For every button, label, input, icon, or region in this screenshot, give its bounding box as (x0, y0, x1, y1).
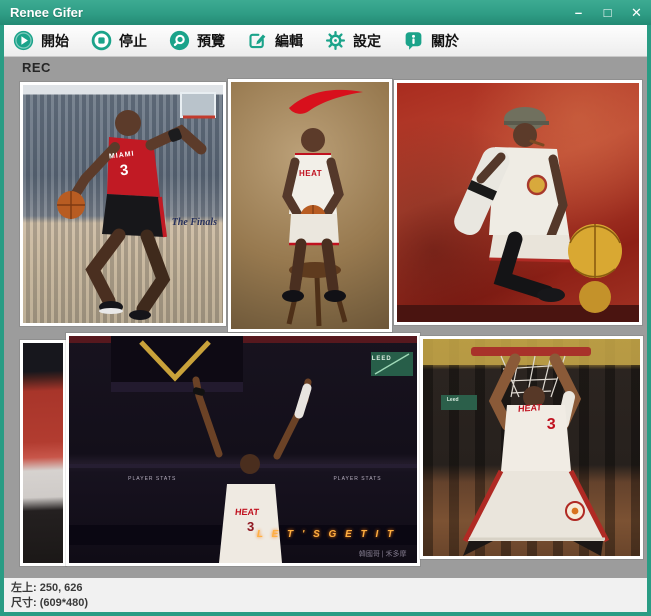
about-button-label: 關於 (431, 31, 459, 51)
info-bubble-icon (403, 30, 424, 51)
stop-button-label: 停止 (119, 31, 147, 51)
settings-button[interactable]: 設定 (325, 30, 381, 51)
status-bar: 左上: 250, 626 尺寸: (609*480) (4, 578, 647, 612)
finals-signage: The Finals (172, 218, 217, 228)
photo-cropped-jersey (20, 340, 66, 566)
photo-watermark: 韓國哥 | 禾多摩 (359, 551, 407, 558)
stop-button[interactable]: 停止 (91, 30, 147, 51)
jersey-wordmark: HEAT (235, 508, 260, 517)
status-capture-size: 尺寸: (609*480) (11, 596, 640, 610)
arena-sign: Leed (447, 398, 459, 403)
wade-dunk-figure (423, 339, 640, 556)
wade-dribble-figure (23, 85, 223, 323)
app-window: Renee Gifer – □ ✕ 開始 (0, 0, 651, 616)
arena-sign: LEED (372, 356, 392, 362)
start-button[interactable]: 開始 (13, 30, 69, 51)
gear-icon (325, 30, 346, 51)
rec-label: REC (22, 60, 51, 75)
title-bar: Renee Gifer – □ ✕ (0, 0, 651, 25)
wade-champion-figure (397, 83, 639, 322)
preview-button-label: 預覽 (197, 31, 225, 51)
magnifier-circle-icon (169, 30, 190, 51)
maximize-button[interactable]: □ (593, 0, 622, 25)
stop-circle-icon (91, 30, 112, 51)
window-controls: – □ ✕ (564, 0, 651, 25)
status-topleft-coords: 左上: 250, 626 (11, 581, 640, 595)
player-stats-label: PLAYER STATS (128, 477, 176, 482)
photo-wade-arms-raised: PLAYER STATS PLAYER STATS L E T ' S G E … (66, 333, 420, 566)
photo-wade-dribble: The Finals MIAMI 3 (20, 82, 226, 326)
jersey-wordmark: HEAT (518, 403, 542, 414)
photo-wade-dunk: HEAT 3 Leed (420, 336, 643, 559)
player-stats-label: PLAYER STATS (333, 477, 381, 482)
capture-region[interactable]: REC (4, 57, 647, 578)
settings-button-label: 設定 (353, 31, 381, 51)
preview-button[interactable]: 預覽 (169, 30, 225, 51)
play-circle-icon (13, 30, 34, 51)
close-button[interactable]: ✕ (622, 0, 651, 25)
edit-button-label: 編輯 (275, 31, 303, 51)
about-button[interactable]: 關於 (403, 30, 459, 51)
edit-button[interactable]: 編輯 (247, 30, 303, 51)
jersey-number: 3 (247, 520, 254, 533)
minimize-button[interactable]: – (564, 0, 593, 25)
led-banner-text: L E T ' S G E T I T (257, 530, 396, 540)
toolbar: 開始 停止 預覽 (4, 25, 647, 57)
wade-studio-figure (231, 82, 389, 329)
jersey-number: 3 (119, 163, 129, 179)
jersey-wordmark: HEAT (299, 170, 322, 178)
window-title: Renee Gifer (0, 5, 83, 20)
photo-wade-champion (394, 80, 642, 325)
edit-box-icon (247, 30, 268, 51)
start-button-label: 開始 (41, 31, 69, 51)
photo-wade-studio: HEAT (228, 79, 392, 332)
jersey-number: 3 (547, 417, 556, 433)
